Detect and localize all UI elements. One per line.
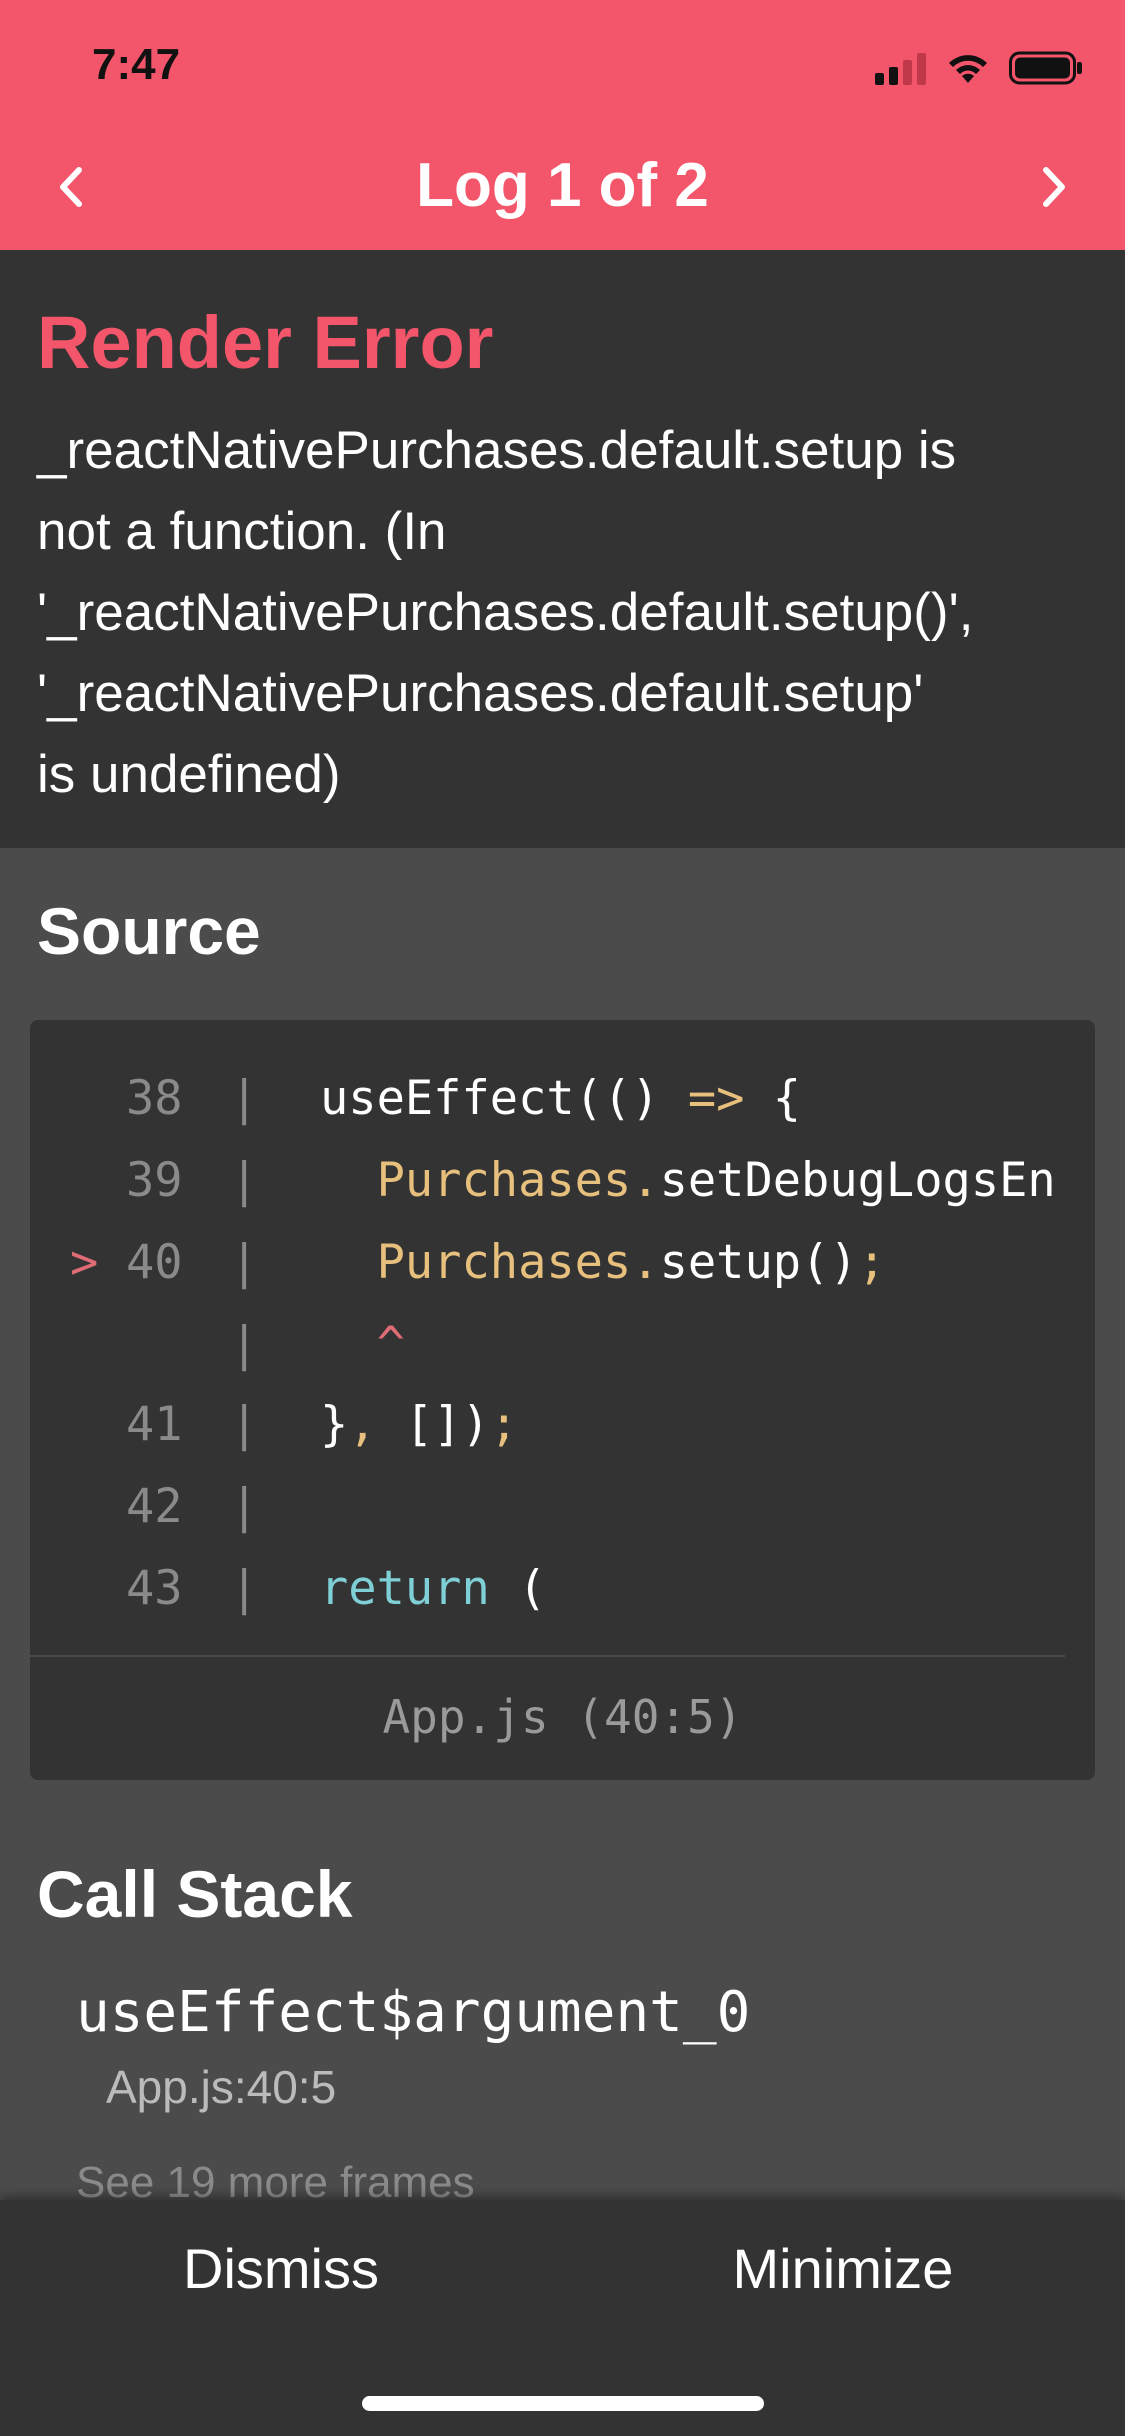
home-indicator [362,2396,764,2411]
code-text: useEffect(() => { [320,1071,802,1126]
code-line: 38 | useEffect(() => { [30,1058,1095,1140]
source-file-location[interactable]: App.js (40:5) [0,1690,1125,1744]
code-text: return ( [320,1561,547,1616]
line-number: 38 [126,1071,183,1126]
gutter-separator: | [230,1317,259,1372]
code-text: Purchases.setDebugLogsEn [376,1153,1056,1208]
gutter-separator: | [230,1153,259,1208]
gutter-separator: | [230,1561,259,1616]
line-number: 42 [126,1479,183,1534]
gutter-separator: | [230,1479,259,1534]
error-caret: ^ [320,1317,405,1372]
code-line-caret: | ^ [30,1304,1095,1384]
call-stack-heading: Call Stack [37,1857,353,1931]
code-line: 43 | return ( [30,1548,1095,1630]
next-log-button[interactable] [1019,152,1089,222]
gutter-separator: | [230,1235,259,1290]
status-icons [875,48,1083,92]
log-title: Log 1 of 2 [416,151,709,220]
code-line: 41 | }, []); [30,1384,1095,1466]
battery-icon [1009,51,1083,90]
wifi-icon [945,51,991,90]
minimize-button[interactable]: Minimize [562,2236,1124,2301]
line-number: 41 [126,1397,183,1452]
status-time: 7:47 [92,40,181,89]
code-text: }, []); [320,1397,519,1452]
stack-frame-name[interactable]: useEffect$argument_0 [76,1980,750,2045]
stack-frame-location: App.js:40:5 [106,2061,337,2113]
signal-icon [875,51,927,90]
code-text: Purchases.setup(); [376,1235,886,1290]
code-lines: 38 | useEffect(() => { 39 | Purchases.se… [30,1058,1095,1630]
error-line-arrow: > [70,1235,99,1290]
gutter-separator: | [230,1071,259,1126]
line-number: 39 [126,1153,183,1208]
error-message: _reactNativePurchases.default.setup is n… [37,421,974,804]
code-frame-divider [0,1655,1065,1657]
dismiss-button[interactable]: Dismiss [0,2236,562,2301]
chevron-right-icon [1043,167,1065,207]
line-number: 43 [126,1561,183,1616]
line-number: 40 [126,1235,183,1290]
code-line-error: > 40 | Purchases.setup(); [30,1222,1095,1304]
error-title: Render Error [37,301,494,384]
gutter-separator: | [230,1397,259,1452]
code-line: 39 | Purchases.setDebugLogsEn [30,1140,1095,1222]
code-frame: 38 | useEffect(() => { 39 | Purchases.se… [30,1020,1095,1780]
code-line: 42 | [30,1466,1095,1548]
source-heading: Source [37,894,261,968]
